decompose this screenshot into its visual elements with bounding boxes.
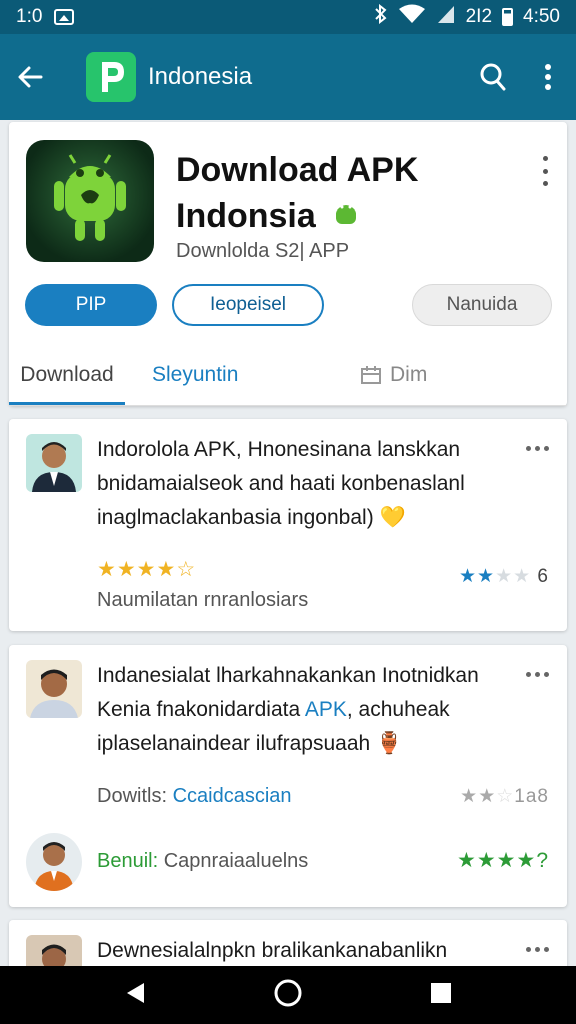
gallery-notification-icon [54,9,75,25]
avatar [26,434,82,492]
review-footer: Naumilatan rnranlosiars [97,589,309,611]
review-text: Dewnesialalnpkn bralikankanabanlikn [97,939,448,962]
battery-icon [502,8,514,26]
tab-download[interactable]: Download [9,344,125,406]
tab-second[interactable]: Sleyuntin [152,344,238,406]
avatar [26,660,82,718]
review-card: Indanesialat lharkahnakankan Inotnidkan … [9,645,567,907]
circle-home-icon [274,979,302,1006]
system-nav-bar [0,966,576,1024]
review-meta: Dowitls: Ccaidcascian [97,785,292,807]
android-badge-icon [331,195,361,241]
app-bar: Indonesia [0,34,576,120]
star-rating: ★★★★☆ [97,558,197,581]
status-time-left: 1:0 [16,6,43,27]
review-text: Indanesialat lharkahnakankan Inotnidkan … [97,664,479,755]
brand-logo [86,52,136,102]
more-horizontal-icon[interactable] [526,947,549,952]
calendar-icon [361,366,381,384]
android-robot-icon [54,154,126,241]
more-vertical-icon[interactable] [537,156,553,186]
app-title-line1: Download APK [176,151,419,189]
tab-bar: Download Sleyuntin Dim [9,344,567,406]
back-button[interactable] [0,34,60,120]
app-bar-title: Indonesia [148,63,253,90]
search-icon [480,63,506,91]
overflow-menu-button[interactable] [520,34,576,120]
jar-emoji: 🏺 [376,732,403,755]
more-vertical-icon [545,64,551,90]
nav-back-button[interactable] [124,981,146,1010]
search-button[interactable] [464,34,520,120]
triangle-back-icon [126,982,144,1003]
nav-home-button[interactable] [273,978,303,1013]
star-rating-secondary: ★★★★ 6 [458,566,549,587]
app-header-card: Download APK Indonsia Downlolda S2| APP … [9,122,567,406]
more-horizontal-icon[interactable] [526,446,549,451]
review-card: Indorolola APK, Hnonesinana lanskkan bni… [9,419,567,631]
avatar [26,833,82,891]
app-subtitle: Downlolda S2| APP [176,240,350,262]
app-title-line2: Indonsia [176,196,316,235]
reply-meta: Benuil: Capnraiaaluelns [97,850,309,872]
reply-star-rating: ★★★★? [457,849,549,872]
secondary-action-button[interactable]: Nanuida [412,284,552,326]
network-text: 2I2 [465,6,493,27]
more-horizontal-icon[interactable] [526,672,549,677]
tab-third[interactable]: Dim [360,344,427,406]
star-rating-secondary: ★★☆1a8 [460,786,549,807]
status-bar: 1:0 2I2 4:50 [0,0,576,34]
primary-action-button[interactable]: PIP [25,284,157,326]
nav-recents-button[interactable] [430,982,452,1009]
app-title: Download APK Indonsia [176,148,536,241]
wifi-icon [398,4,426,30]
heart-emoji: 💛 [379,506,406,529]
square-recents-icon [431,982,452,1003]
status-time-right: 4:50 [523,6,560,27]
arrow-left-icon [18,66,43,88]
outline-action-button[interactable]: Ieopeisel [172,284,324,326]
app-icon [26,140,154,262]
signal-icon [436,4,456,30]
review-text: Indorolola APK, Hnonesinana lanskkan bni… [97,438,465,529]
bluetooth-icon [374,3,388,30]
